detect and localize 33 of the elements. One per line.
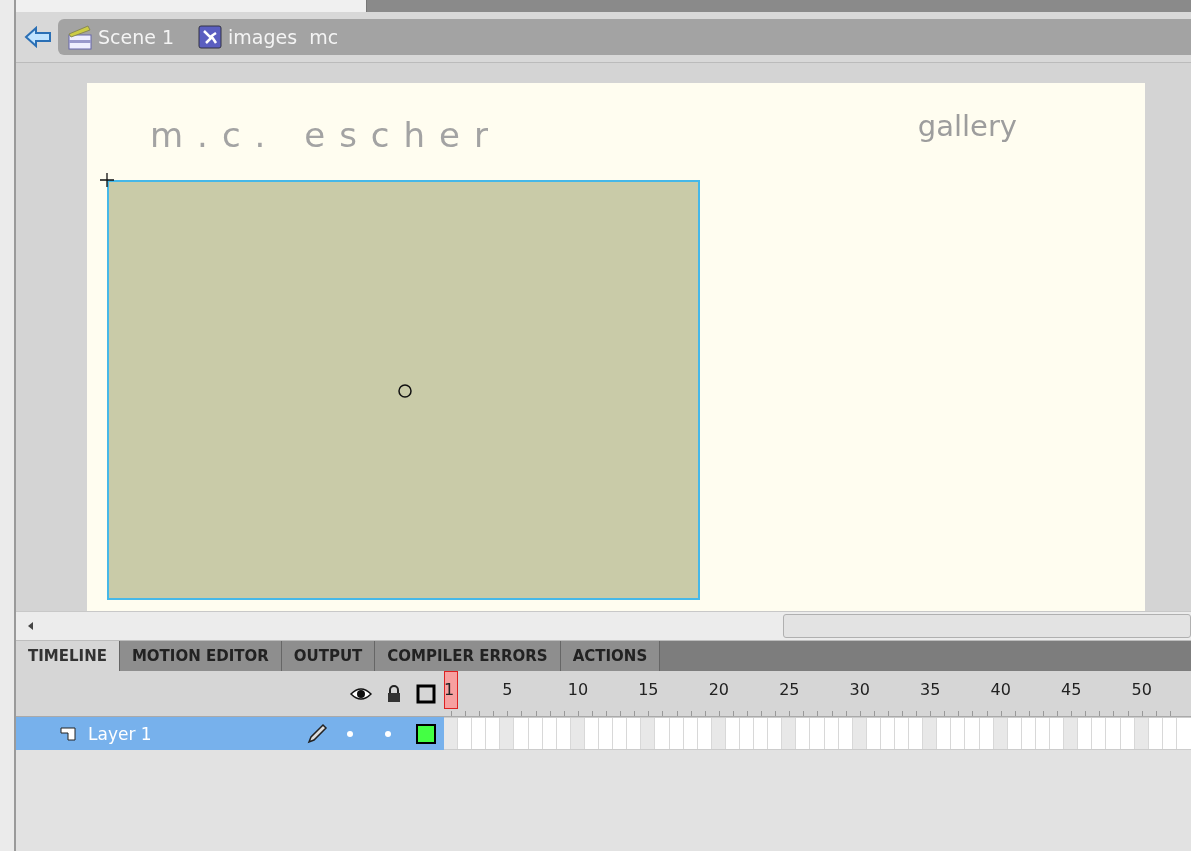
frame-number: 25 bbox=[779, 680, 800, 699]
transform-point-icon bbox=[397, 383, 413, 399]
layer-outline-color-icon[interactable] bbox=[416, 723, 436, 744]
frame-number: 30 bbox=[849, 680, 870, 699]
eye-icon[interactable] bbox=[350, 686, 372, 701]
frame-number: 1 bbox=[444, 680, 455, 699]
frame-number: 40 bbox=[990, 680, 1011, 699]
stage-subtitle: gallery bbox=[917, 109, 1017, 143]
layer-icon bbox=[60, 726, 76, 741]
lock-dot-icon[interactable] bbox=[384, 729, 392, 738]
visibility-dot-icon[interactable] bbox=[346, 729, 354, 738]
frame-number: 50 bbox=[1131, 680, 1152, 699]
panel-tab[interactable]: OUTPUT bbox=[281, 641, 376, 671]
frame-number: 10 bbox=[567, 680, 589, 699]
layer-name: Layer 1 bbox=[88, 723, 153, 744]
panel-tab[interactable]: ACTIONS bbox=[560, 641, 661, 671]
frame-number: 35 bbox=[920, 680, 941, 699]
frame-number: 45 bbox=[1061, 680, 1082, 699]
clapperboard-icon bbox=[68, 24, 92, 50]
scrollbar-thumb[interactable] bbox=[783, 614, 1191, 638]
outline-square-icon[interactable] bbox=[416, 683, 436, 704]
frame-number: 5 bbox=[502, 680, 513, 699]
frame-number: 20 bbox=[708, 680, 729, 699]
frame-number: 15 bbox=[638, 680, 659, 699]
horizontal-scrollbar[interactable] bbox=[16, 611, 1191, 641]
lock-icon[interactable] bbox=[386, 684, 402, 703]
registration-point-icon bbox=[99, 172, 115, 188]
panel-tab[interactable]: TIMELINE bbox=[16, 641, 120, 671]
stage-title: m.c. escher bbox=[150, 115, 502, 155]
panel-tab[interactable]: COMPILER ERRORS bbox=[375, 641, 561, 671]
playhead[interactable] bbox=[444, 671, 458, 709]
panel-tab[interactable]: MOTION EDITOR bbox=[119, 641, 282, 671]
back-arrow-icon[interactable] bbox=[24, 26, 52, 48]
